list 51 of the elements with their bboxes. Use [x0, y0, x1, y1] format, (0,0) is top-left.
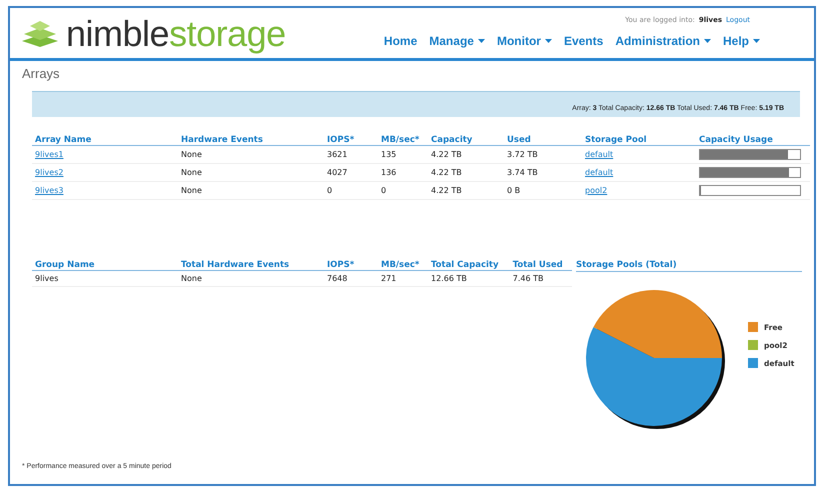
array-link[interactable]: 9lives3: [35, 186, 64, 195]
logo-icon: [20, 21, 60, 47]
table-cell: 7.46 TB: [510, 270, 572, 286]
column-header: Total Used: [510, 260, 572, 270]
pool-link[interactable]: default: [585, 150, 614, 159]
table-cell: None: [178, 270, 324, 286]
table-cell: 3.74 TB: [504, 164, 582, 182]
column-header: Capacity: [428, 135, 504, 146]
column-header: IOPS*: [324, 260, 378, 270]
pool-link[interactable]: pool2: [585, 186, 608, 195]
table-cell: None: [178, 146, 324, 164]
table-cell: 0: [324, 182, 378, 200]
logo-text: nimblestorage: [66, 16, 286, 52]
table-cell: None: [178, 182, 324, 200]
array-link[interactable]: 9lives2: [35, 168, 64, 177]
nav-menu-item[interactable]: Monitor: [496, 34, 552, 48]
table-cell: 4.22 TB: [428, 164, 504, 182]
nav-menu-item[interactable]: Events: [564, 34, 604, 48]
column-header: IOPS*: [324, 135, 378, 146]
table-cell: 0 B: [504, 182, 582, 200]
array-link[interactable]: 9lives1: [35, 150, 64, 159]
column-header: Storage Pool: [582, 135, 696, 146]
table-cell: 12.66 TB: [428, 270, 510, 286]
nav-menu-item[interactable]: Administration: [615, 34, 711, 48]
column-header: Array Name: [32, 135, 178, 146]
nav-menu-item[interactable]: Home: [384, 34, 418, 48]
table-cell: 9lives: [32, 270, 178, 286]
table-cell: None: [178, 164, 324, 182]
table-cell: 136: [378, 164, 428, 182]
table-cell: 3621: [324, 146, 378, 164]
column-header: MB/sec*: [378, 135, 428, 146]
table-cell: 271: [378, 270, 428, 286]
nav-menu-item[interactable]: Help: [722, 34, 760, 48]
column-header: Total Capacity: [428, 260, 510, 270]
nav-menu-item[interactable]: Manage: [429, 34, 485, 48]
table-cell: 4027: [324, 164, 378, 182]
table-cell: 4.22 TB: [428, 182, 504, 200]
column-header: Group Name: [32, 260, 178, 270]
page-title: Arrays: [22, 66, 61, 81]
column-header: Hardware Events: [178, 135, 324, 146]
column-header: Used: [504, 135, 582, 146]
column-header: Total Hardware Events: [178, 260, 324, 270]
table-cell: 135: [378, 146, 428, 164]
table-cell: 4.22 TB: [428, 146, 504, 164]
table-cell: 0: [378, 182, 428, 200]
table-cell: 3.72 TB: [504, 146, 582, 164]
table-cell: 7648: [324, 270, 378, 286]
column-header: MB/sec*: [378, 260, 428, 270]
chart-title: Storage Pools (Total): [576, 260, 802, 272]
pool-link[interactable]: default: [585, 168, 614, 177]
column-header: Capacity Usage: [696, 135, 810, 146]
